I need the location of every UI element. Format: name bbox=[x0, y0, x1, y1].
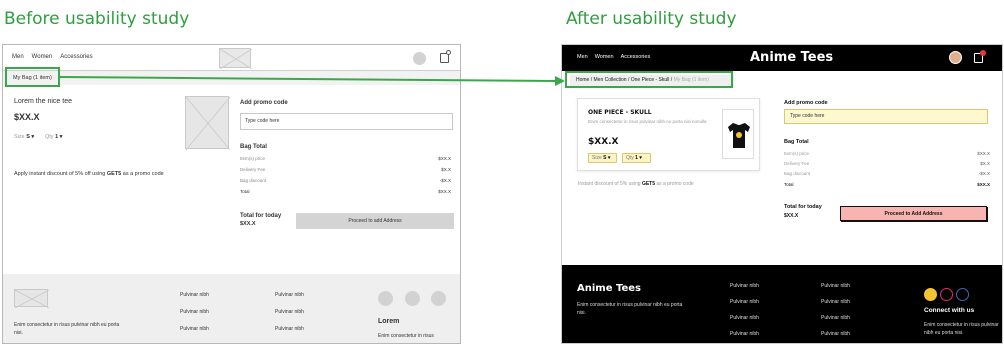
comparison-arrow bbox=[59, 76, 565, 86]
